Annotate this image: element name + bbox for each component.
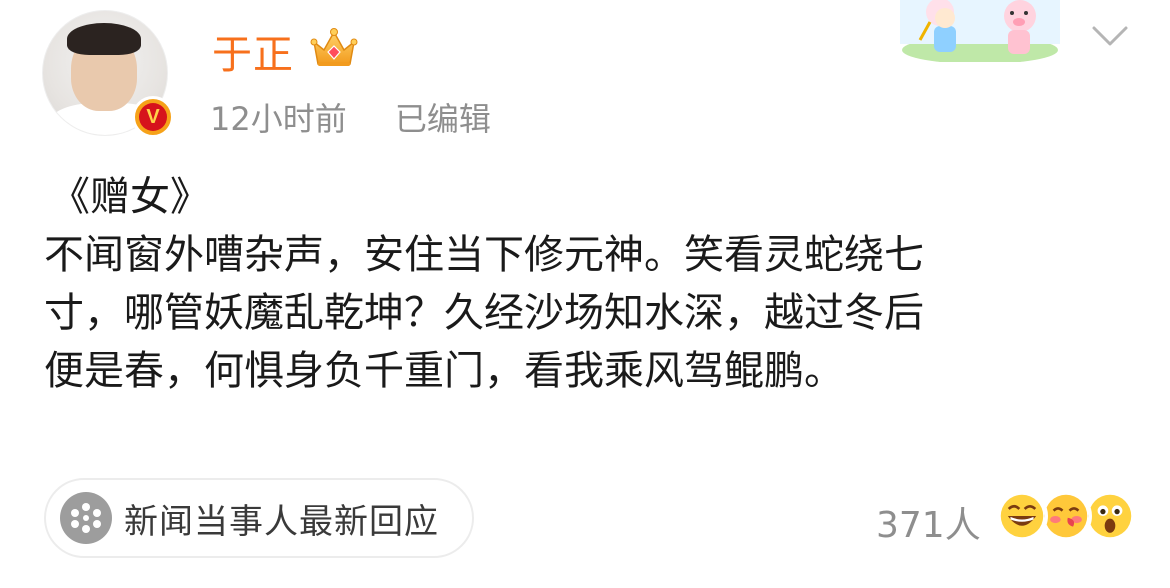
post-line: 便是春，何惧身负千重门，看我乘风驾鲲鹏。	[44, 348, 844, 394]
verified-badge-icon: V	[132, 96, 174, 138]
post-meta: 12小时前 已编辑	[210, 94, 491, 140]
author-name[interactable]: 于正	[212, 22, 294, 80]
topic-label: 新闻当事人最新回应	[124, 501, 439, 542]
post-line: 不闻窗外嘈杂声，安住当下修元神。笑看灵蛇绕七	[44, 232, 924, 278]
post-title: 《赠女》	[50, 174, 210, 220]
reaction-count[interactable]: 371人	[876, 496, 981, 548]
weibo-post: V 于正 12小时前 已编辑 《赠女》 不闻窗外嘈杂声，安住当下修元神。笑看灵蛇…	[0, 0, 1170, 588]
topic-chip[interactable]: 新闻当事人最新回应	[44, 478, 474, 558]
avatar[interactable]: V	[42, 10, 174, 138]
edited-label[interactable]: 已编辑	[395, 100, 491, 138]
sticker-icon	[900, 0, 1060, 62]
laughing-emoji-icon	[996, 490, 1048, 542]
chevron-down-icon[interactable]	[1090, 20, 1130, 50]
post-line: 寸，哪管妖魔乱乾坤？久经沙场知水深，越过冬后	[44, 290, 924, 336]
post-time: 12小时前	[210, 100, 347, 138]
crown-icon[interactable]	[310, 26, 358, 70]
sparkle-icon	[60, 492, 112, 544]
reaction-emojis[interactable]	[996, 490, 1136, 546]
post-content: 《赠女》 不闻窗外嘈杂声，安住当下修元神。笑看灵蛇绕七 寸，哪管妖魔乱乾坤？久经…	[44, 168, 1134, 400]
